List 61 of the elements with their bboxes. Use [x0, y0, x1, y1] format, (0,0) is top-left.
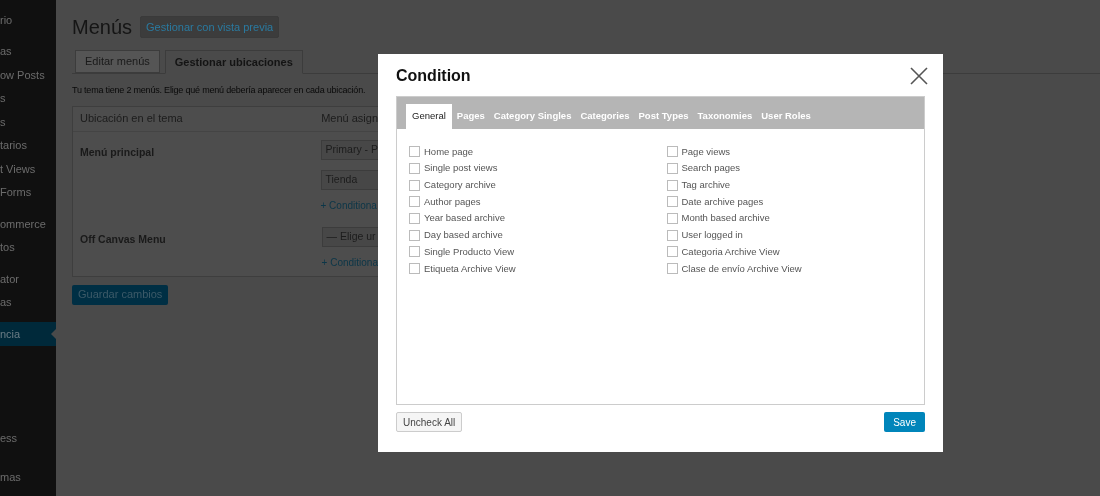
option-label: Author pages	[424, 194, 481, 209]
preview-button[interactable]: Gestionar con vista previa	[140, 15, 280, 39]
option-label: Date archive pages	[681, 194, 764, 209]
option-label: User logged in	[681, 228, 743, 243]
sidebar-item[interactable]: ow Posts	[0, 63, 56, 87]
option-label: Year based archive	[424, 211, 505, 226]
uncheck-all-button[interactable]: Uncheck All	[396, 412, 463, 432]
option-label: Day based archive	[424, 228, 503, 243]
checkbox[interactable]	[666, 213, 678, 225]
option-label: Category archive	[424, 178, 496, 193]
sidebar-item[interactable]: s	[0, 86, 56, 110]
tab[interactable]: Post Types	[634, 104, 693, 129]
checkbox[interactable]	[666, 196, 678, 208]
tab[interactable]: Category Singles	[489, 104, 576, 129]
option-label: Tag archive	[681, 178, 731, 193]
sidebar-item[interactable]: ator	[0, 267, 56, 291]
option-label: Single post views	[424, 161, 498, 176]
option-label: Single Producto View	[424, 244, 515, 259]
checkbox[interactable]	[409, 246, 420, 258]
tab[interactable]: User Roles	[757, 104, 815, 129]
option-label: Month based archive	[681, 211, 770, 226]
option-label: Page views	[681, 144, 731, 159]
option-label: Search pages	[681, 161, 741, 176]
tab[interactable]: Editar menús	[75, 50, 160, 73]
option-label: Categoria Archive View	[681, 244, 780, 259]
dialog-title: Condition	[396, 66, 471, 86]
option-label: Clase de envío Archive View	[681, 261, 802, 276]
tab[interactable]: Categories	[576, 104, 634, 129]
sidebar-item[interactable]: tos	[0, 235, 56, 259]
checkbox[interactable]	[666, 179, 678, 191]
checkbox[interactable]	[409, 179, 420, 191]
checkbox[interactable]	[409, 163, 420, 175]
option-label: Etiqueta Archive View	[424, 261, 516, 276]
checkbox[interactable]	[666, 229, 678, 241]
save-button[interactable]: Save	[884, 412, 925, 432]
tab[interactable]: Taxonomies	[693, 104, 757, 129]
checkbox[interactable]	[666, 163, 678, 175]
sidebar-item[interactable]: Forms	[0, 180, 56, 204]
checkbox[interactable]	[409, 263, 420, 275]
checkbox[interactable]	[409, 213, 420, 225]
checkbox[interactable]	[409, 229, 420, 241]
tab[interactable]: Pages	[452, 104, 489, 129]
sidebar-item[interactable]: ess	[0, 426, 56, 450]
checkbox[interactable]	[666, 263, 678, 275]
tab[interactable]: General	[406, 104, 452, 129]
checkbox[interactable]	[409, 146, 420, 158]
sidebar-item[interactable]: ommerce	[0, 212, 56, 236]
close-icon[interactable]	[910, 67, 928, 85]
sidebar-item[interactable]: as	[0, 290, 56, 314]
sidebar-item[interactable]: mas	[0, 465, 56, 489]
option-label: Home page	[424, 144, 474, 159]
save-changes-button[interactable]: Guardar cambios	[72, 284, 169, 305]
sidebar-item[interactable]: s	[0, 110, 56, 134]
sidebar-item[interactable]: as	[0, 39, 56, 63]
sidebar-item[interactable]: ncia	[0, 322, 56, 346]
sidebar-item[interactable]: tarios	[0, 133, 56, 157]
checkbox[interactable]	[666, 246, 678, 258]
checkbox[interactable]	[666, 146, 678, 158]
sidebar-item[interactable]: t Views	[0, 157, 56, 181]
sidebar-item[interactable]: rio	[0, 8, 56, 32]
checkbox[interactable]	[409, 196, 420, 208]
